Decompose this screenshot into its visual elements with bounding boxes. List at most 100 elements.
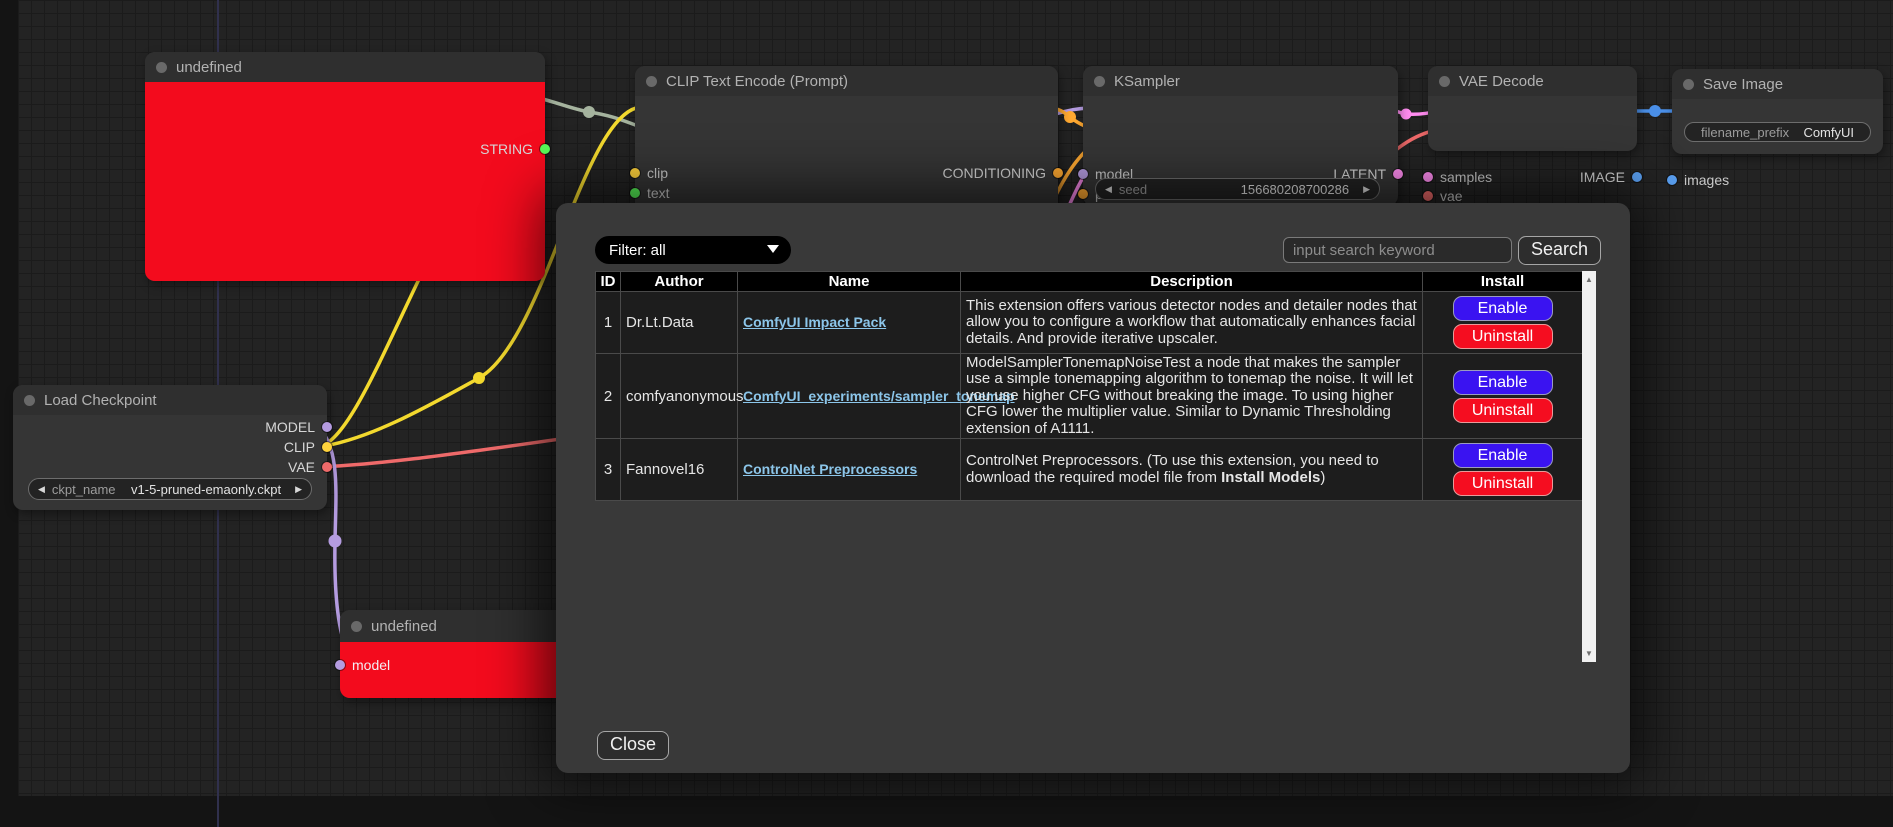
filter-select-wrap: Filter: all <box>595 236 791 264</box>
slot-label: IMAGE <box>1580 169 1625 185</box>
node-title-bar[interactable]: KSampler <box>1083 66 1398 96</box>
collapse-dot-icon[interactable] <box>1439 76 1450 87</box>
filter-select[interactable]: Filter: all <box>595 236 791 264</box>
slot-label: CLIP <box>284 439 315 455</box>
input-slot-samples[interactable]: samples <box>1423 170 1492 184</box>
input-port-images[interactable] <box>1667 175 1677 185</box>
reroute-dot-clip[interactable] <box>473 372 485 384</box>
collapse-dot-icon[interactable] <box>646 76 657 87</box>
node-title: Save Image <box>1703 76 1783 93</box>
extension-link[interactable]: ControlNet Preprocessors <box>743 461 917 477</box>
widget-value: v1-5-pruned-emaonly.ckpt <box>131 482 281 497</box>
node-title-bar[interactable]: Load Checkpoint <box>13 385 327 415</box>
node-save-image[interactable]: Save Image images filename_prefix ComfyU… <box>1672 69 1883 154</box>
seed-widget[interactable]: ◀ seed 156680208700286 ▶ <box>1095 178 1380 200</box>
reroute-dot-string[interactable] <box>583 106 595 118</box>
output-slot-clip[interactable]: CLIP <box>284 440 332 454</box>
slot-label: text <box>647 185 670 201</box>
uninstall-button[interactable]: Uninstall <box>1453 471 1553 496</box>
table-scrollbar[interactable]: ▲ ▼ <box>1582 271 1596 662</box>
node-title-bar[interactable]: VAE Decode <box>1428 66 1637 96</box>
node-title-bar[interactable]: undefined <box>145 52 545 82</box>
input-port-vae[interactable] <box>1423 191 1433 201</box>
column-header: Author <box>621 272 738 292</box>
node-title-bar[interactable]: undefined <box>340 610 570 642</box>
output-slot-string[interactable]: STRING <box>480 142 550 156</box>
node-title-bar[interactable]: CLIP Text Encode (Prompt) <box>635 66 1058 96</box>
collapse-dot-icon[interactable] <box>24 395 35 406</box>
search-input[interactable] <box>1283 237 1512 263</box>
column-header: Description <box>961 272 1423 292</box>
uninstall-button[interactable]: Uninstall <box>1453 398 1553 423</box>
uninstall-button[interactable]: Uninstall <box>1453 324 1553 349</box>
input-slot-vae[interactable]: vae <box>1423 189 1463 203</box>
node-title-bar[interactable]: Save Image <box>1672 69 1883 99</box>
collapse-dot-icon[interactable] <box>351 621 362 632</box>
node-title: VAE Decode <box>1459 73 1544 90</box>
dialog-toolbar: Filter: all Search <box>595 235 1601 265</box>
decrement-arrow-icon[interactable]: ◀ <box>1105 185 1112 194</box>
install-cell: Enable Uninstall <box>1423 354 1583 439</box>
increment-arrow-icon[interactable]: ▶ <box>295 485 302 494</box>
decrement-arrow-icon[interactable]: ◀ <box>38 485 45 494</box>
extension-description: ControlNet Preprocessors. (To use this e… <box>961 439 1423 501</box>
input-port-model[interactable] <box>1078 169 1088 179</box>
input-slot-images[interactable]: images <box>1667 173 1729 187</box>
ckpt-name-widget[interactable]: ◀ ckpt_name v1-5-pruned-emaonly.ckpt ▶ <box>28 478 312 500</box>
node-title: KSampler <box>1114 73 1180 90</box>
close-button[interactable]: Close <box>597 731 669 760</box>
slot-label: CONDITIONING <box>943 165 1046 181</box>
extension-link[interactable]: ComfyUI Impact Pack <box>743 314 886 330</box>
slot-label: vae <box>1440 188 1463 204</box>
input-slot-text[interactable]: text <box>630 186 670 200</box>
reroute-dot-cond[interactable] <box>1064 111 1076 123</box>
slot-label: images <box>1684 172 1729 188</box>
increment-arrow-icon[interactable]: ▶ <box>1363 185 1370 194</box>
output-port-model[interactable] <box>322 422 332 432</box>
filename-prefix-widget[interactable]: filename_prefix ComfyUI <box>1684 122 1871 142</box>
input-slot-clip[interactable]: clip <box>630 166 668 180</box>
output-port-vae[interactable] <box>322 462 332 472</box>
output-slot-model[interactable]: MODEL <box>265 420 332 434</box>
collapse-dot-icon[interactable] <box>1094 76 1105 87</box>
slot-label: samples <box>1440 169 1492 185</box>
extension-author: Fannovel16 <box>621 439 738 501</box>
extension-description: This extension offers various detector n… <box>961 292 1423 354</box>
node-load-checkpoint[interactable]: Load Checkpoint MODEL CLIP VAE ◀ ckpt_na… <box>13 385 327 510</box>
input-port-positive[interactable] <box>1078 189 1088 199</box>
column-header: ID <box>596 272 621 292</box>
reroute-dot-image[interactable] <box>1649 105 1661 117</box>
output-port-clip[interactable] <box>322 442 332 452</box>
input-port-samples[interactable] <box>1423 172 1433 182</box>
reroute-dot-latent[interactable] <box>1401 109 1412 120</box>
collapse-dot-icon[interactable] <box>1683 79 1694 90</box>
enable-button[interactable]: Enable <box>1453 296 1553 321</box>
output-port-string[interactable] <box>540 144 550 154</box>
output-port-conditioning[interactable] <box>1053 168 1063 178</box>
search-button[interactable]: Search <box>1518 236 1601 265</box>
input-port-clip[interactable] <box>630 168 640 178</box>
scroll-down-icon[interactable]: ▼ <box>1585 645 1593 662</box>
output-slot-image[interactable]: IMAGE <box>1580 170 1642 184</box>
extension-table: IDAuthorNameDescriptionInstall 1Dr.Lt.Da… <box>595 271 1583 501</box>
node-model-undefined[interactable]: undefined model <box>340 610 570 698</box>
enable-button[interactable]: Enable <box>1453 443 1553 468</box>
node-string-undefined[interactable]: undefined STRING <box>145 52 545 281</box>
input-port-text[interactable] <box>630 188 640 198</box>
node-vae-decode[interactable]: VAE Decode samples vae IMAGE <box>1428 66 1637 151</box>
widget-value: 156680208700286 <box>1241 182 1349 197</box>
output-slot-conditioning[interactable]: CONDITIONING <box>943 166 1063 180</box>
enable-button[interactable]: Enable <box>1453 370 1553 395</box>
scroll-up-icon[interactable]: ▲ <box>1585 271 1593 288</box>
widget-label: ckpt_name <box>52 482 116 497</box>
reroute-dot-model[interactable] <box>329 535 342 548</box>
output-port-image[interactable] <box>1632 172 1642 182</box>
node-title: CLIP Text Encode (Prompt) <box>666 73 848 90</box>
input-slot-model[interactable]: model <box>335 658 390 672</box>
node-title: undefined <box>176 59 242 76</box>
output-port-latent[interactable] <box>1393 169 1403 179</box>
input-port-model[interactable] <box>335 660 345 670</box>
node-ksampler[interactable]: KSampler model positive negative latent_… <box>1083 66 1398 206</box>
collapse-dot-icon[interactable] <box>156 62 167 73</box>
output-slot-vae[interactable]: VAE <box>288 460 332 474</box>
